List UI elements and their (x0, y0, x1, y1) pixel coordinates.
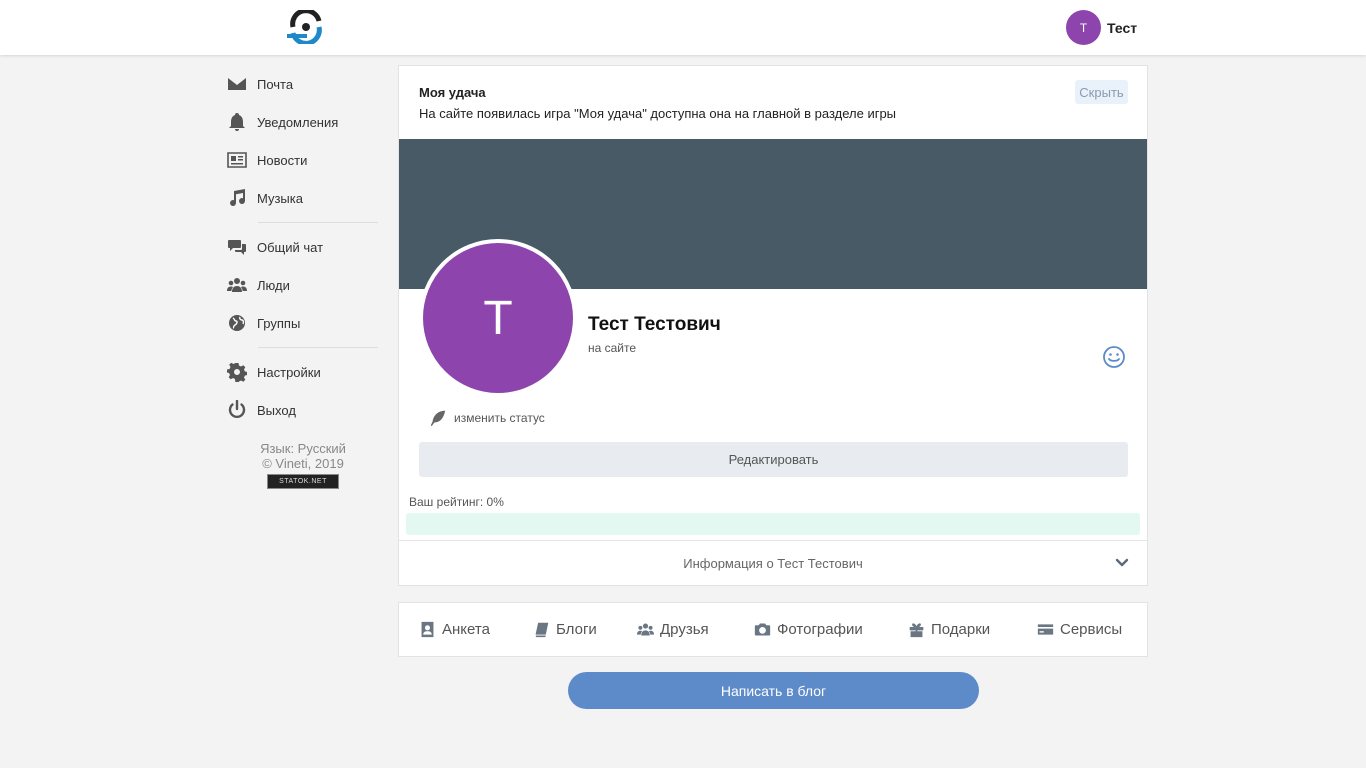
sidebar-item-groups[interactable]: Группы (226, 304, 378, 342)
edit-profile-button[interactable]: Редактировать (419, 442, 1128, 477)
tab-profile[interactable]: Анкета (419, 603, 490, 656)
sidebar: Почта Уведомления Новости Музыка Общий ч… (226, 65, 378, 489)
tab-photos[interactable]: Фотографии (754, 603, 863, 656)
book-icon (535, 622, 549, 638)
tab-label: Подарки (931, 621, 991, 638)
credit-card-icon (1037, 624, 1054, 635)
profile-tabs: Анкета Блоги Друзья Фотографии Подарки С… (398, 602, 1148, 657)
rating-progress-bar (406, 513, 1140, 535)
sidebar-item-music[interactable]: Музыка (226, 179, 378, 217)
tab-friends[interactable]: Друзья (637, 603, 709, 656)
tab-blogs[interactable]: Блоги (533, 603, 597, 656)
sidebar-item-mail[interactable]: Почта (226, 65, 378, 103)
people-icon (226, 275, 248, 295)
sidebar-item-chat[interactable]: Общий чат (226, 228, 378, 266)
tab-gifts[interactable]: Подарки (908, 603, 990, 656)
avatar: Т (1066, 10, 1101, 45)
friends-icon (637, 623, 654, 636)
feather-icon (430, 410, 446, 427)
sidebar-footer: Язык: Русский © Vineti, 2019 STATOK.NET (228, 441, 378, 489)
write-blog-button[interactable]: Написать в блог (568, 672, 979, 709)
sidebar-item-label: Общий чат (257, 239, 324, 255)
tab-label: Фотографии (777, 621, 863, 638)
user-menu[interactable]: Т Тест (1066, 10, 1137, 45)
rating-label: Ваш рейтинг: 0% (409, 495, 504, 509)
notice-text: На сайте появилась игра "Моя удача" дост… (419, 106, 897, 121)
divider (258, 347, 378, 348)
profile-name: Тест Тестович (588, 314, 721, 335)
tab-services[interactable]: Сервисы (1037, 603, 1122, 656)
sidebar-item-label: Музыка (257, 190, 303, 206)
profile-card-icon (421, 621, 434, 638)
power-icon (226, 400, 248, 420)
site-logo-icon[interactable] (285, 10, 327, 44)
sidebar-item-logout[interactable]: Выход (226, 391, 378, 429)
sidebar-item-news[interactable]: Новости (226, 141, 378, 179)
profile-info-toggle[interactable]: Информация о Тест Тестович (399, 540, 1147, 586)
chat-bubbles-icon (226, 237, 248, 257)
sidebar-item-settings[interactable]: Настройки (226, 353, 378, 391)
sidebar-item-label: Новости (257, 152, 308, 168)
newspaper-icon (226, 150, 248, 170)
sidebar-item-people[interactable]: Люди (226, 266, 378, 304)
sidebar-item-label: Почта (257, 76, 294, 92)
tab-label: Блоги (556, 621, 597, 638)
sidebar-item-label: Выход (257, 402, 296, 418)
envelope-icon (226, 74, 248, 94)
divider (258, 222, 378, 223)
change-status-link[interactable]: изменить статус (429, 409, 545, 427)
top-bar: Т Тест (0, 0, 1366, 55)
chevron-down-icon (1115, 558, 1129, 567)
smile-icon[interactable] (1102, 345, 1126, 369)
tab-label: Сервисы (1060, 621, 1123, 638)
bell-icon (226, 112, 248, 132)
sidebar-item-label: Уведомления (257, 114, 339, 130)
online-status: на сайте (588, 341, 637, 355)
hide-notice-button[interactable]: Скрыть (1075, 80, 1128, 104)
tab-label: Анкета (442, 621, 490, 638)
profile-info-label: Информация о Тест Тестович (683, 556, 863, 571)
sidebar-item-label: Группы (257, 315, 301, 331)
notice-title: Моя удача (419, 85, 486, 100)
sidebar-item-notifications[interactable]: Уведомления (226, 103, 378, 141)
globe-icon (226, 313, 248, 333)
user-name: Тест (1107, 19, 1138, 36)
profile-card: Моя удача На сайте появилась игра "Моя у… (398, 65, 1148, 586)
gear-icon (226, 362, 248, 382)
language-selector[interactable]: Язык: Русский (228, 441, 378, 456)
profile-avatar[interactable]: Т (419, 239, 577, 397)
sidebar-item-label: Люди (257, 277, 290, 293)
statok-counter-badge[interactable]: STATOK.NET (267, 474, 339, 489)
gift-icon (909, 623, 924, 638)
sidebar-item-label: Настройки (257, 364, 321, 380)
camera-icon (754, 623, 771, 636)
copyright: © Vineti, 2019 (262, 456, 344, 471)
tab-label: Друзья (660, 621, 709, 638)
change-status-label: изменить статус (454, 411, 545, 425)
music-note-icon (226, 188, 248, 208)
